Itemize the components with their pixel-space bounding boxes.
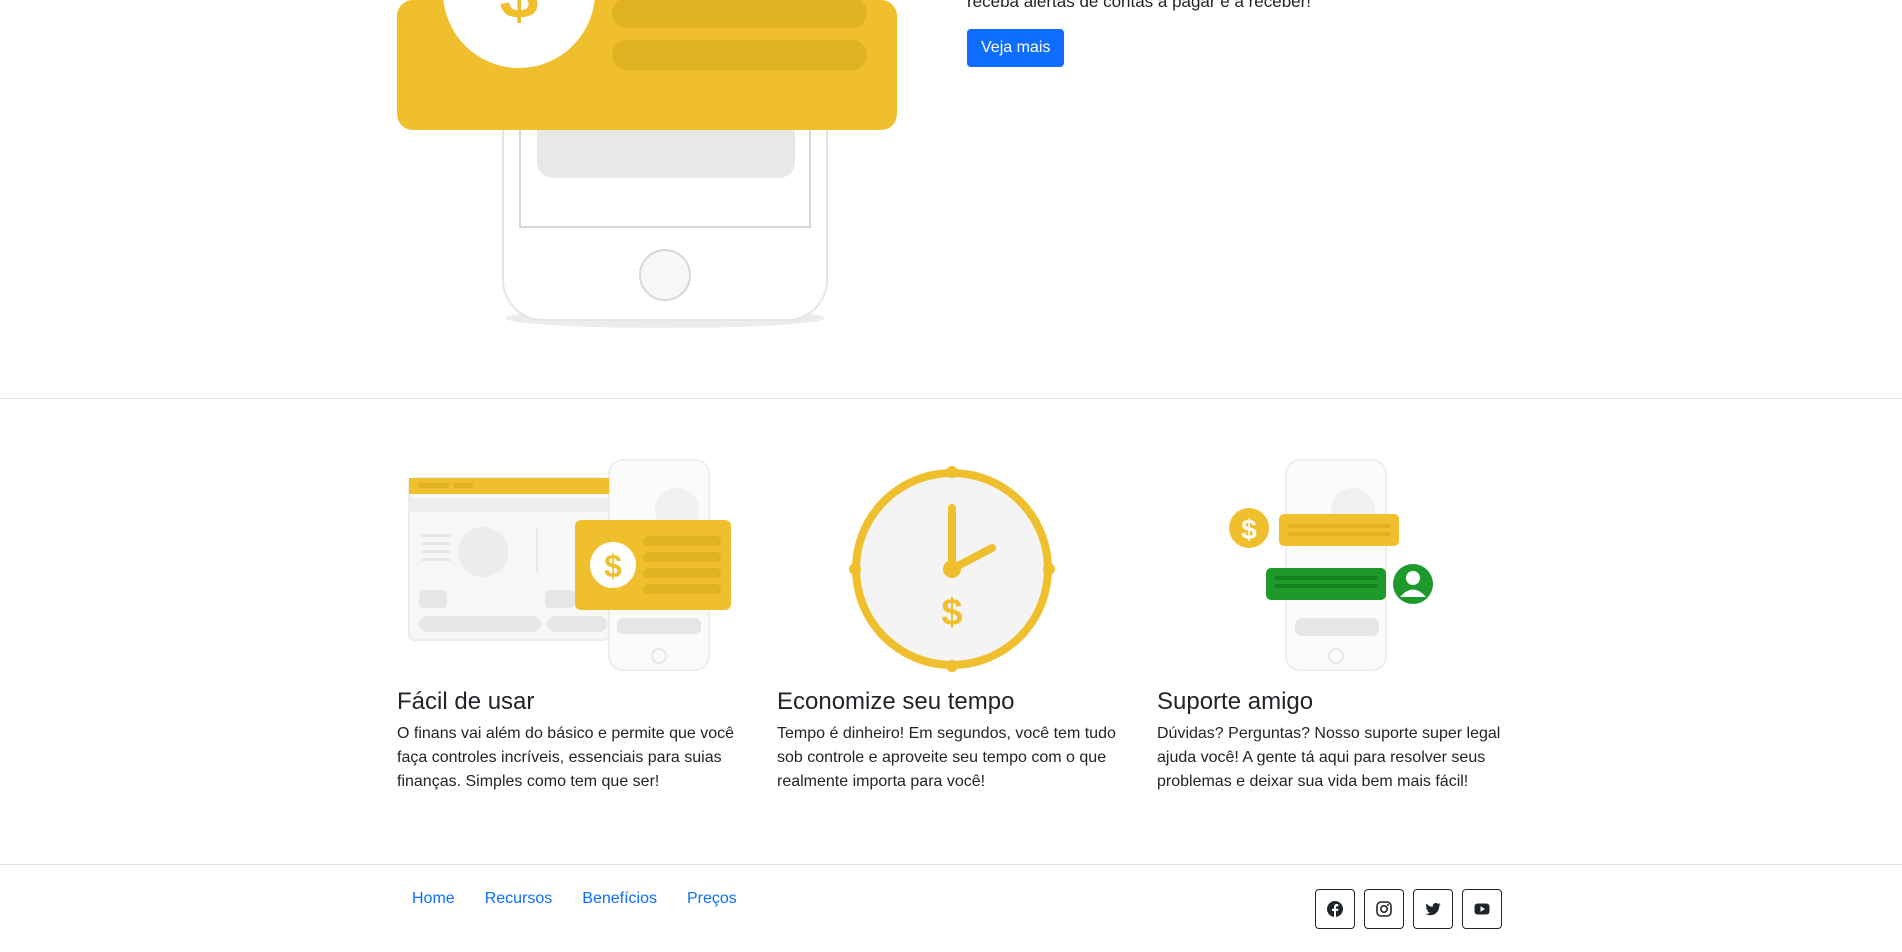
footer-link-recursos[interactable]: Recursos <box>470 890 568 908</box>
feature-title: Economize seu tempo <box>777 688 1015 715</box>
twitter-icon <box>1425 903 1441 916</box>
hero-text: receba alertas de contas a pagar e a rec… <box>967 0 1311 11</box>
svg-text:$: $ <box>604 548 622 584</box>
footer-divider <box>0 864 1902 865</box>
phone-payment-illustration: $ <box>397 0 897 328</box>
feature-title: Suporte amigo <box>1157 688 1314 715</box>
chat-support-illustration: $ <box>1229 459 1433 671</box>
facebook-button[interactable] <box>1315 889 1355 929</box>
feature-title: Fácil de usar <box>397 688 535 715</box>
svg-text:$: $ <box>1241 514 1257 545</box>
hero-section: $ receba alertas de contas a pagar e a r… <box>0 0 1902 398</box>
feature-description: Tempo é dinheiro! Em segundos, você tem … <box>777 725 1116 790</box>
twitter-button[interactable] <box>1413 889 1453 929</box>
instagram-icon <box>1376 901 1392 917</box>
feature-suporte-amigo: $ Suporte amigo Dúvidas? Perguntas? Noss… <box>1157 458 1507 794</box>
svg-text:$: $ <box>500 0 539 33</box>
svg-text:$: $ <box>941 592 962 634</box>
social-buttons <box>1315 889 1502 929</box>
section-divider <box>0 398 1902 399</box>
feature-description: Dúvidas? Perguntas? Nosso suporte super … <box>1157 725 1501 790</box>
feature-economize-seu-tempo: $ Economize seu tempo Tempo é dinheiro! … <box>777 458 1127 794</box>
feature-facil-de-usar: $ Fácil de usar O finans vai além do bás… <box>397 458 747 794</box>
youtube-icon <box>1474 903 1490 915</box>
veja-mais-button[interactable]: Veja mais <box>967 29 1065 67</box>
footer-link-beneficios[interactable]: Benefícios <box>567 890 672 908</box>
dashboard-illustration: $ <box>408 459 731 671</box>
footer-nav: Home Recursos Benefícios Preços <box>397 890 752 908</box>
clock-icon: $ <box>849 466 1055 672</box>
footer-link-home[interactable]: Home <box>397 890 470 908</box>
footer-link-precos[interactable]: Preços <box>672 890 752 908</box>
instagram-button[interactable] <box>1364 889 1404 929</box>
feature-description: O finans vai além do básico e permite qu… <box>397 725 735 790</box>
youtube-button[interactable] <box>1462 889 1502 929</box>
facebook-icon <box>1327 901 1343 917</box>
